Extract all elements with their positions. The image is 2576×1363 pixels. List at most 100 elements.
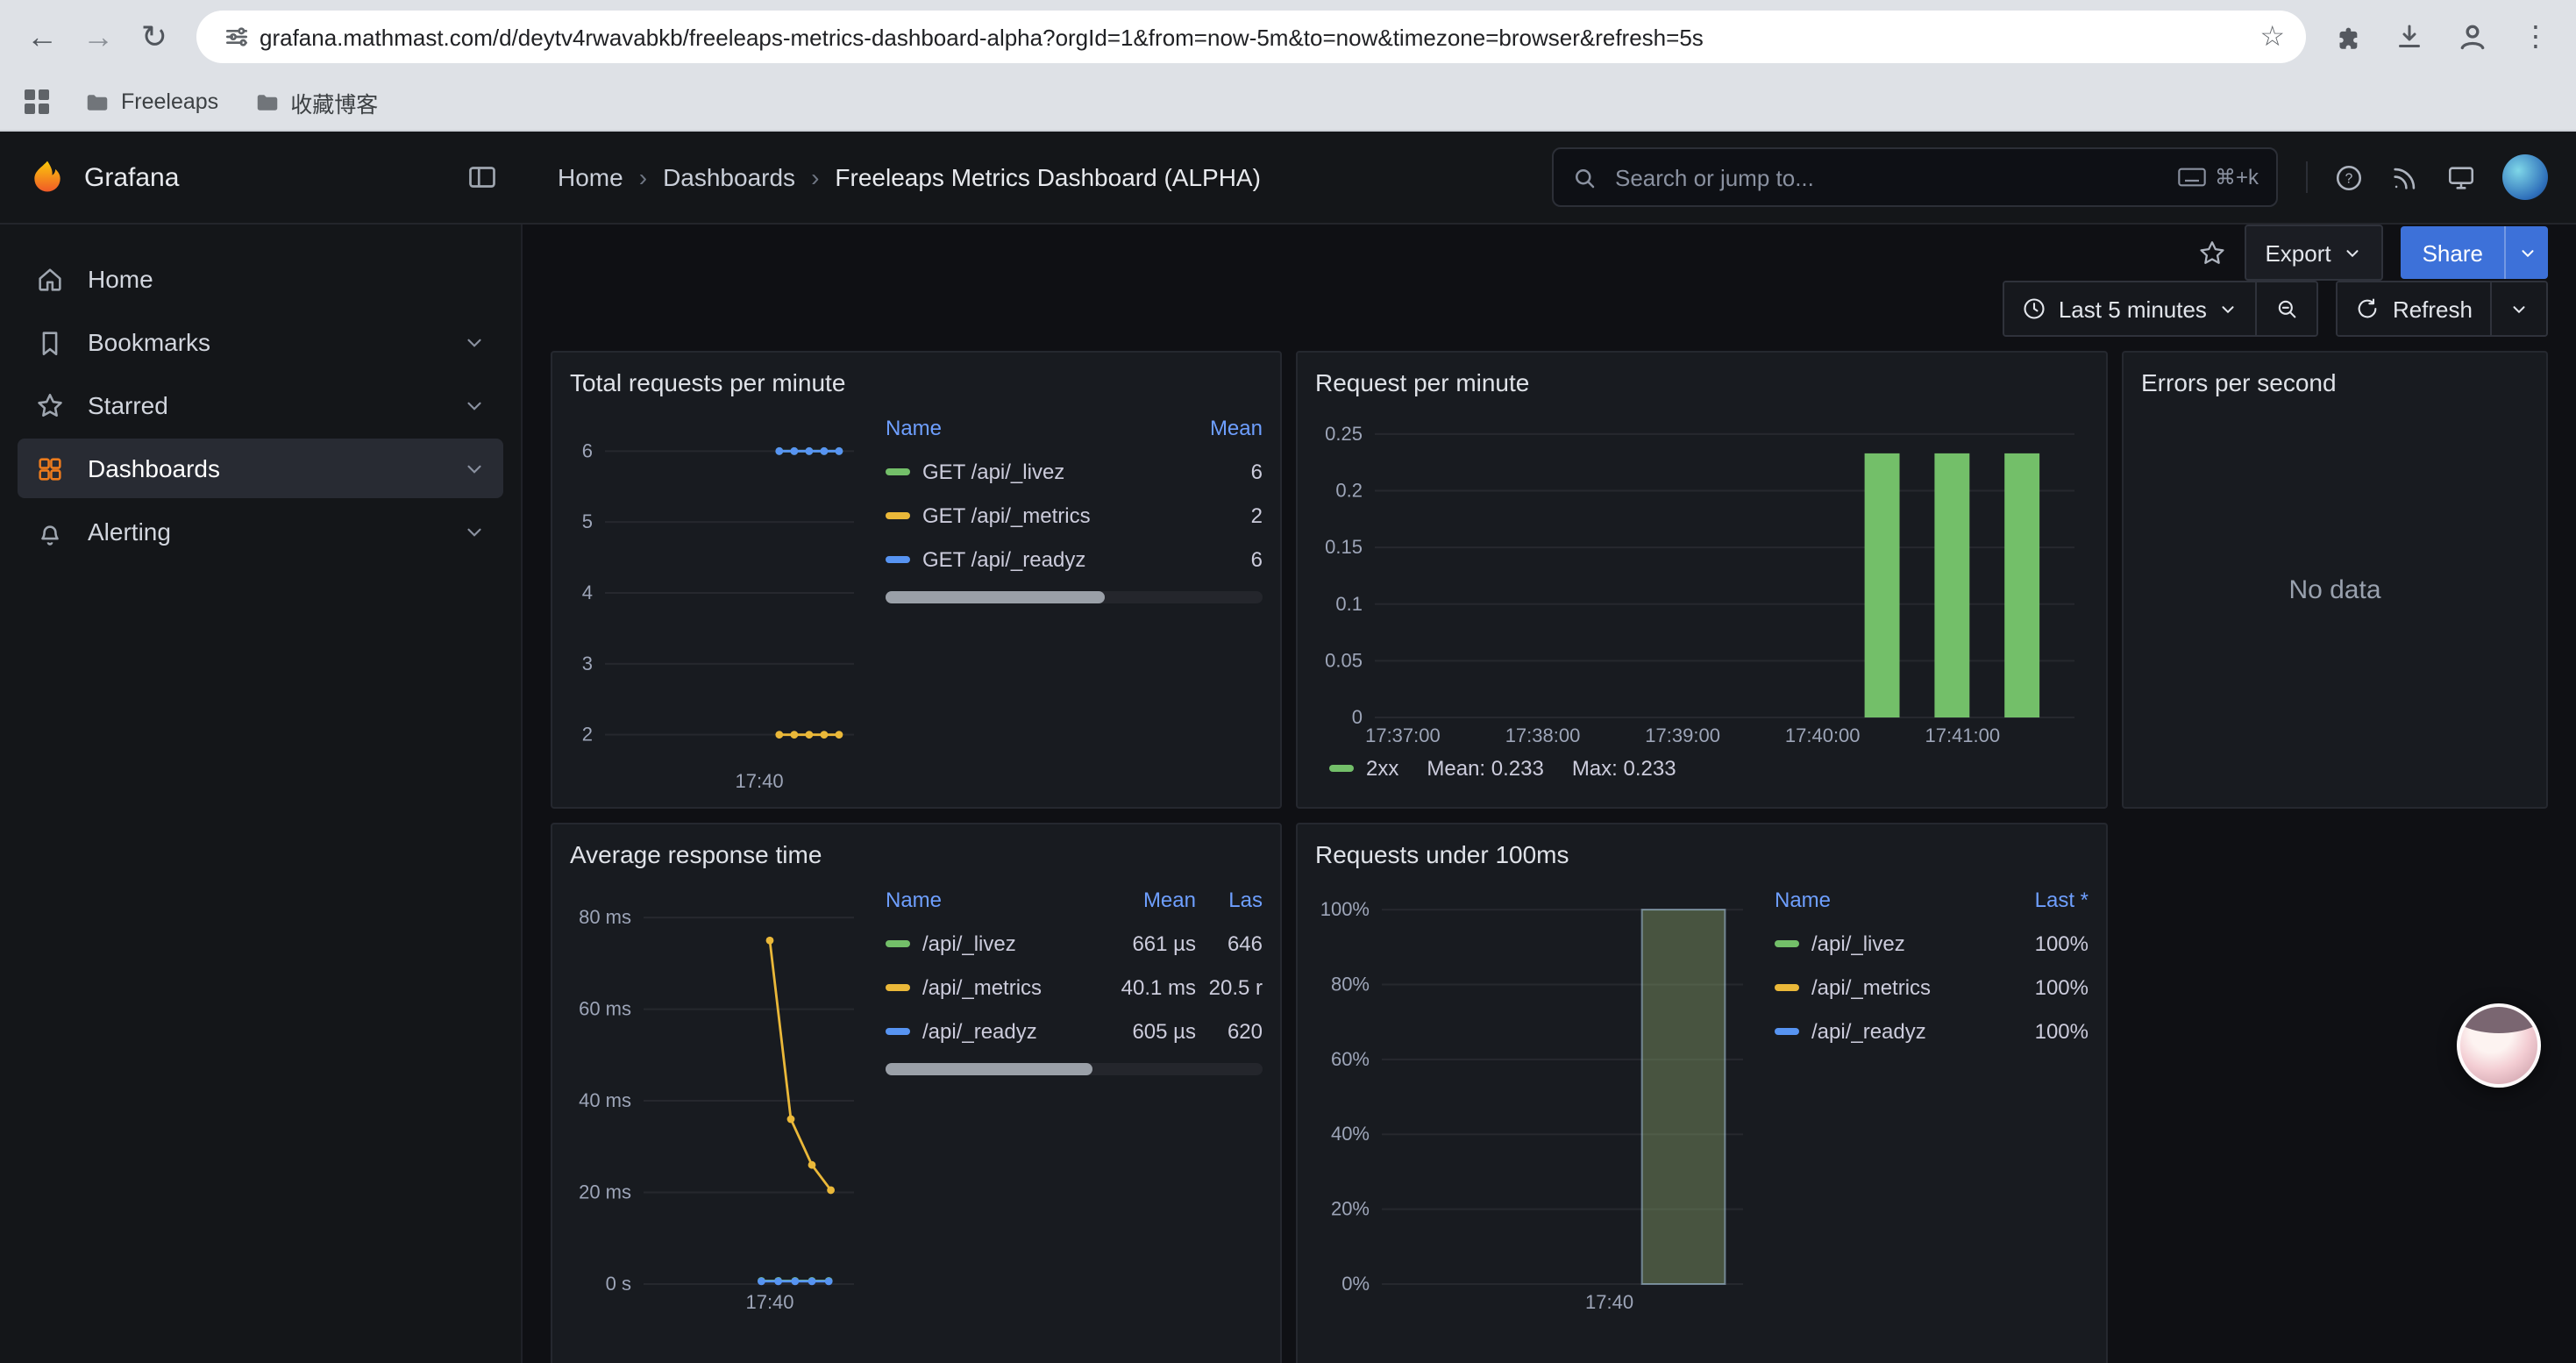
legend-header-mean[interactable]: Mean bbox=[1108, 887, 1196, 911]
news-icon[interactable] bbox=[2390, 162, 2420, 192]
panel-title[interactable]: Total requests per minute bbox=[570, 363, 1263, 402]
help-icon[interactable]: ? bbox=[2334, 162, 2364, 192]
chevron-down-icon[interactable] bbox=[463, 331, 486, 353]
apps-grid-icon[interactable] bbox=[25, 89, 49, 114]
search-input[interactable] bbox=[1612, 162, 2164, 192]
site-info-icon[interactable] bbox=[217, 11, 256, 63]
svg-text:17:40: 17:40 bbox=[1585, 1291, 1633, 1313]
svg-text:17:37:00: 17:37:00 bbox=[1365, 724, 1441, 746]
sidebar-item-dashboards[interactable]: Dashboards bbox=[18, 439, 503, 498]
browser-menu-icon[interactable]: ⋮ bbox=[2509, 11, 2562, 63]
series-name[interactable]: /api/_metrics bbox=[1811, 974, 1931, 999]
legend-scrollbar[interactable] bbox=[886, 1063, 1263, 1075]
share-dropdown-button[interactable] bbox=[2504, 226, 2548, 279]
total-requests-chart[interactable]: 6543217:40 bbox=[570, 405, 868, 795]
under-100ms-chart[interactable]: 100%80%60%40%20%0%17:40 bbox=[1315, 877, 1757, 1316]
series-name[interactable]: GET /api/_metrics bbox=[922, 503, 1091, 527]
header-icons: ? bbox=[2306, 154, 2548, 200]
share-button[interactable]: Share bbox=[2402, 226, 2504, 279]
chevron-down-icon[interactable] bbox=[463, 520, 486, 543]
panel-title[interactable]: Requests under 100ms bbox=[1315, 835, 2089, 874]
series-mean: 2 bbox=[1175, 503, 1263, 527]
downloads-icon[interactable] bbox=[2383, 11, 2436, 63]
legend-header-last[interactable]: Last * bbox=[2011, 887, 2089, 911]
extensions-icon[interactable] bbox=[2320, 11, 2373, 63]
legend-header-mean[interactable]: Mean bbox=[1175, 415, 1263, 439]
legend-header-last[interactable]: Las bbox=[1196, 887, 1263, 911]
url-bar[interactable]: ☆ bbox=[196, 11, 2306, 63]
legend-table: Name Mean GET /api/_livez 6 GET /api/_me… bbox=[886, 405, 1263, 795]
bookmark-star-icon[interactable]: ☆ bbox=[2259, 19, 2285, 54]
sidebar-item-label: Alerting bbox=[88, 517, 171, 546]
refresh-group: Refresh bbox=[2337, 281, 2548, 337]
grafana-logo[interactable] bbox=[28, 158, 67, 196]
svg-text:40%: 40% bbox=[1331, 1123, 1370, 1145]
breadcrumb-dashboards[interactable]: Dashboards bbox=[663, 163, 795, 191]
sidebar-item-label: Starred bbox=[88, 391, 168, 419]
chevron-down-icon[interactable] bbox=[463, 394, 486, 417]
legend-header-name[interactable]: Name bbox=[886, 887, 1108, 911]
series-name[interactable]: /api/_metrics bbox=[922, 974, 1042, 999]
panel-title[interactable]: Average response time bbox=[570, 835, 1263, 874]
breadcrumb-separator: › bbox=[639, 163, 647, 191]
series-swatch bbox=[1329, 765, 1354, 772]
legend-scrollbar[interactable] bbox=[886, 591, 1263, 603]
svg-text:20 ms: 20 ms bbox=[579, 1181, 631, 1203]
bookmark-folder-blogs[interactable]: 收藏博客 bbox=[253, 85, 378, 118]
series-name[interactable]: /api/_readyz bbox=[1811, 1018, 1926, 1043]
series-name[interactable]: GET /api/_livez bbox=[922, 459, 1064, 483]
time-range-picker[interactable]: Last 5 minutes bbox=[2004, 282, 2256, 335]
bell-icon bbox=[35, 517, 65, 546]
request-per-minute-chart[interactable]: 0.250.20.150.10.05017:37:0017:38:0017:39… bbox=[1315, 405, 2089, 749]
kiosk-monitor-icon[interactable] bbox=[2446, 162, 2476, 192]
browser-profile-icon[interactable] bbox=[2446, 11, 2499, 63]
series-mean: Mean: 0.233 bbox=[1427, 756, 1543, 781]
series-swatch bbox=[886, 939, 910, 946]
sidebar-item-starred[interactable]: Starred bbox=[18, 375, 503, 435]
export-button[interactable]: Export bbox=[2244, 225, 2383, 281]
panel-requests-under-100ms: Requests under 100ms 100%80%60%40%20%0%1… bbox=[1296, 823, 2108, 1363]
series-name[interactable]: /api/_readyz bbox=[922, 1018, 1037, 1043]
series-name[interactable]: /api/_livez bbox=[1811, 931, 1905, 955]
zoom-out-button[interactable] bbox=[2256, 282, 2317, 335]
series-name[interactable]: GET /api/_readyz bbox=[922, 546, 1085, 571]
sidebar-toggle-icon[interactable] bbox=[466, 161, 498, 193]
panel-title[interactable]: Errors per second bbox=[2141, 363, 2529, 402]
chevron-down-icon bbox=[2344, 243, 2363, 262]
search-box[interactable]: ⌘+k bbox=[1552, 147, 2278, 207]
series-name[interactable]: 2xx bbox=[1366, 756, 1398, 781]
search-shortcut: ⌘+k bbox=[2178, 165, 2259, 189]
svg-text:0.05: 0.05 bbox=[1325, 649, 1363, 671]
refresh-interval-dropdown[interactable] bbox=[2490, 282, 2546, 335]
series-mean: 6 bbox=[1175, 459, 1263, 483]
bookmark-folder-freeleaps[interactable]: Freeleaps bbox=[84, 89, 218, 115]
average-response-chart[interactable]: 80 ms60 ms40 ms20 ms0 s17:40 bbox=[570, 877, 868, 1316]
legend-header-name[interactable]: Name bbox=[886, 415, 1175, 439]
back-icon[interactable]: ← bbox=[14, 9, 70, 65]
panel-title[interactable]: Request per minute bbox=[1315, 363, 2089, 402]
divider bbox=[2306, 161, 2308, 193]
forward-icon[interactable]: → bbox=[70, 9, 126, 65]
breadcrumb-home[interactable]: Home bbox=[558, 163, 623, 191]
favorite-star-icon[interactable] bbox=[2196, 238, 2226, 268]
chevron-down-icon[interactable] bbox=[463, 457, 486, 480]
svg-text:?: ? bbox=[2345, 171, 2353, 186]
svg-text:60%: 60% bbox=[1331, 1048, 1370, 1070]
sidebar-item-bookmarks[interactable]: Bookmarks bbox=[18, 312, 503, 372]
scrollbar-thumb[interactable] bbox=[886, 1063, 1093, 1075]
chevron-down-icon bbox=[2509, 299, 2529, 318]
reload-icon[interactable]: ↻ bbox=[126, 9, 182, 65]
scrollbar-thumb[interactable] bbox=[886, 591, 1104, 603]
refresh-button[interactable]: Refresh bbox=[2338, 282, 2490, 335]
sidebar-item-label: Bookmarks bbox=[88, 328, 210, 356]
svg-text:0%: 0% bbox=[1341, 1273, 1370, 1295]
sidebar-item-home[interactable]: Home bbox=[18, 249, 503, 309]
series-name[interactable]: /api/_livez bbox=[922, 931, 1016, 955]
sidebar-item-alerting[interactable]: Alerting bbox=[18, 502, 503, 561]
user-avatar[interactable] bbox=[2502, 154, 2548, 200]
floating-avatar-button[interactable] bbox=[2457, 1003, 2541, 1088]
legend-header-name[interactable]: Name bbox=[1775, 887, 2011, 911]
no-data-message: No data bbox=[2288, 574, 2380, 604]
series-swatch bbox=[1775, 1027, 1799, 1034]
url-input[interactable] bbox=[256, 22, 2259, 52]
